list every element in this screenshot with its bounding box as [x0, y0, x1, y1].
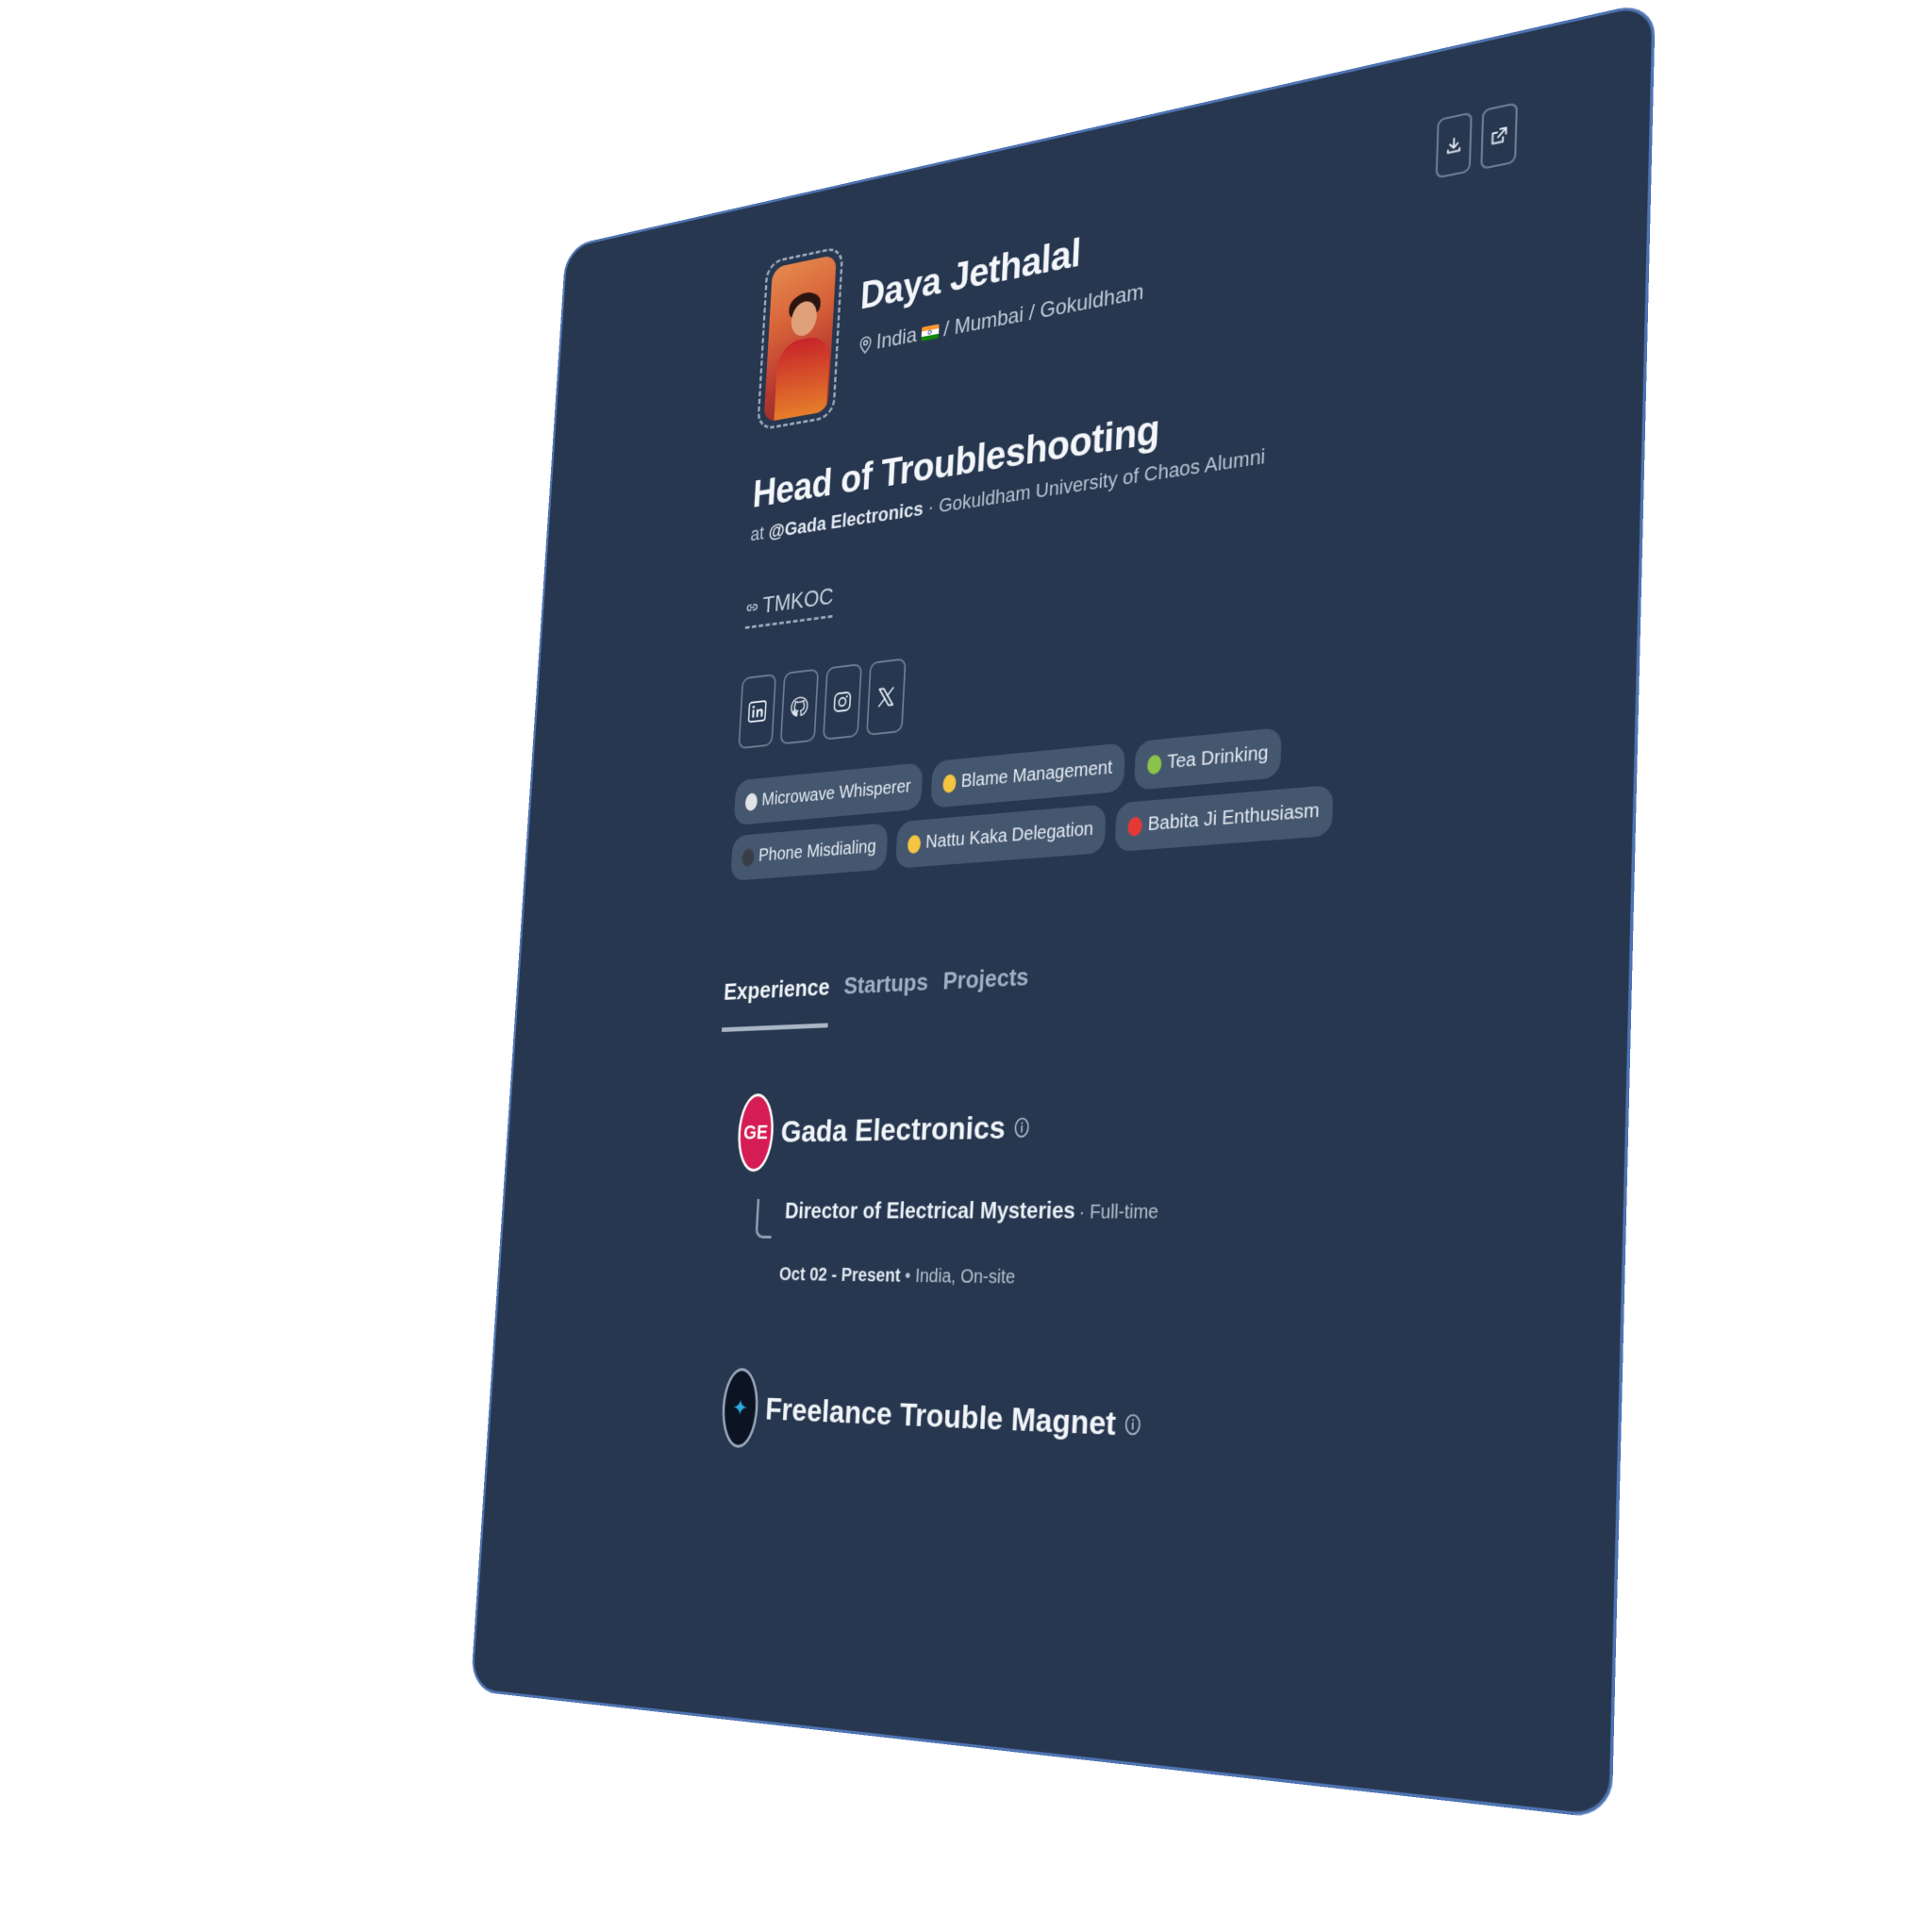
x-button[interactable]	[866, 658, 907, 736]
skill-chip[interactable]: Tea Drinking	[1134, 726, 1283, 791]
profile-card: Daya Jethalal India / Mumbai / Gokuldham	[470, 0, 1656, 1820]
chip-emoji-icon	[908, 834, 922, 854]
tmkoc-link[interactable]: TMKOC	[744, 582, 835, 629]
linkedin-button[interactable]	[738, 674, 777, 750]
company-logo: ✦	[720, 1367, 760, 1449]
skill-chip[interactable]: Babita Ji Enthusiasm	[1114, 784, 1334, 853]
skill-chip[interactable]: Blame Management	[930, 742, 1126, 808]
skill-chip-label: Blame Management	[960, 757, 1113, 792]
x-icon	[875, 684, 897, 709]
experience-company-row: ✦ Freelance Trouble Magnet	[720, 1367, 1480, 1487]
experience-company-row: GE Gada Electronics	[736, 1074, 1490, 1173]
download-button[interactable]	[1435, 111, 1473, 179]
instagram-button[interactable]	[822, 663, 862, 741]
india-flag-icon	[921, 324, 940, 341]
avatar-figure-body	[773, 333, 831, 423]
company-name[interactable]: Gada Electronics	[780, 1109, 1007, 1150]
tmkoc-link-label: TMKOC	[761, 582, 835, 619]
stage: Daya Jethalal India / Mumbai / Gokuldham	[0, 0, 1932, 1932]
section-tabs: Experience Startups Projects	[721, 938, 1493, 1032]
linkedin-icon	[747, 699, 768, 724]
tab-projects[interactable]: Projects	[941, 962, 1029, 1023]
skill-chip-label: Babita Ji Enthusiasm	[1147, 799, 1321, 836]
link-icon	[746, 599, 758, 614]
map-pin-icon	[858, 335, 872, 355]
company-name[interactable]: Freelance Trouble Magnet	[764, 1391, 1116, 1443]
tab-experience[interactable]: Experience	[721, 973, 831, 1032]
company-logo: GE	[736, 1092, 776, 1173]
tab-startups[interactable]: Startups	[841, 968, 929, 1027]
skill-chip-label: Microwave Whisperer	[760, 775, 912, 810]
github-icon	[789, 694, 809, 720]
role-title: Director of Electrical Mysteries	[784, 1197, 1076, 1224]
role-type: · Full-time	[1078, 1201, 1159, 1224]
role-meta: Oct 02 - Present • India, On-site	[778, 1264, 1483, 1296]
location-country: India	[875, 323, 918, 355]
github-button[interactable]	[779, 668, 820, 745]
subtitle-prefix: at	[749, 522, 765, 546]
skill-chip-label: Phone Misdialing	[758, 836, 877, 866]
chip-emoji-icon	[744, 791, 758, 811]
chip-emoji-icon	[942, 773, 958, 793]
info-icon[interactable]	[1013, 1117, 1029, 1139]
role-dates: Oct 02 - Present	[778, 1264, 902, 1287]
top-actions	[1435, 102, 1518, 179]
chip-emoji-icon	[1127, 815, 1143, 837]
chip-emoji-icon	[741, 847, 755, 867]
avatar	[763, 254, 837, 423]
profile-content: Daya Jethalal India / Mumbai / Gokuldham	[697, 102, 1518, 1486]
download-icon	[1445, 135, 1463, 156]
open-external-button[interactable]	[1480, 102, 1518, 171]
external-link-icon	[1490, 125, 1507, 147]
instagram-icon	[832, 690, 854, 715]
role-place: • India, On-site	[904, 1265, 1016, 1289]
info-icon[interactable]	[1124, 1413, 1141, 1436]
experience-list: GE Gada Electronics Director of Electric…	[720, 1074, 1490, 1487]
skill-chip[interactable]: Phone Misdialing	[730, 823, 889, 881]
avatar-frame[interactable]	[756, 245, 844, 432]
skill-chip-label: Nattu Kaka Delegation	[924, 818, 1094, 853]
tree-connector	[755, 1198, 774, 1239]
skill-chip-label: Tea Drinking	[1166, 741, 1269, 774]
chip-emoji-icon	[1147, 754, 1162, 774]
experience-role-row: Director of Electrical Mysteries · Full-…	[755, 1196, 1486, 1241]
skill-chip[interactable]: Nattu Kaka Delegation	[895, 804, 1108, 869]
skill-chip[interactable]: Microwave Whisperer	[733, 762, 924, 826]
